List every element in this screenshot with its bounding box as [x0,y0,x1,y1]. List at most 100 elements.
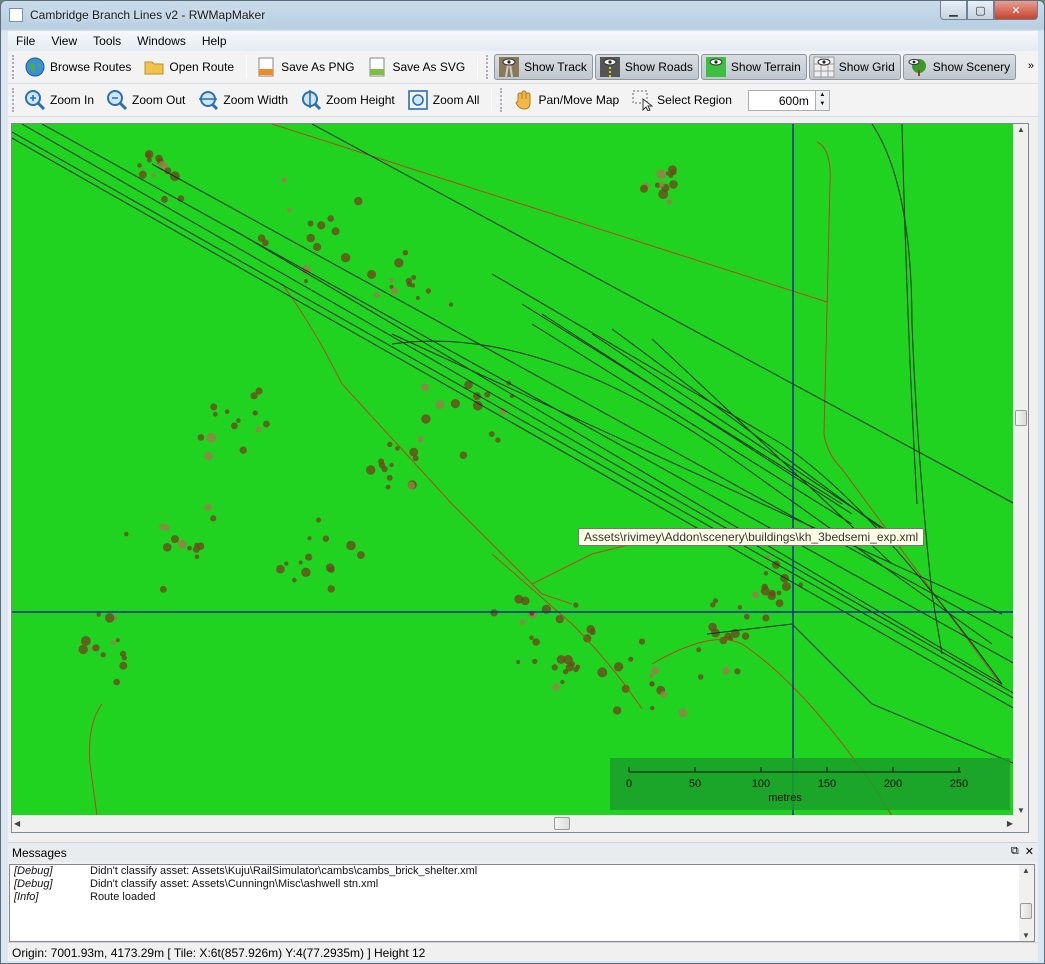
map-canvas[interactable]: 0 50 100 150 200 250 metres Assets\rivimey\Ad… [12,124,1015,816]
track-line [231,228,1003,685]
show-terrain-toggle[interactable]: Show Terrain [700,54,807,80]
tree-marker [105,613,115,623]
tree-marker [650,705,655,711]
save-png-button[interactable]: Save As PNG [251,54,360,80]
open-route-label: Open Route [169,60,235,74]
scroll-up-icon[interactable]: ▲ [1017,125,1025,134]
track-line [541,313,853,515]
route-map[interactable]: 0 50 100 150 200 250 metres [12,124,1015,816]
region-size-input[interactable]: 600m [747,89,816,111]
scroll-thumb-horizontal[interactable] [554,817,570,830]
zoom-out-button[interactable]: Zoom Out [102,87,191,113]
toolbar-grip[interactable] [12,55,16,79]
dock-float-icon[interactable]: ⧉ [1011,845,1019,858]
browse-routes-button[interactable]: Browse Routes [20,54,137,80]
tree-marker [170,535,179,544]
tree-marker [263,420,270,428]
maximize-button[interactable]: ▢ [967,1,994,20]
tree-marker [231,422,238,430]
tree-marker [138,170,147,179]
tree-marker [161,195,168,203]
tree-marker [421,383,429,392]
tree-marker [385,484,391,490]
show-grid-toggle[interactable]: Show Grid [808,54,901,80]
messages-scrollbar[interactable]: ▲ ▼ [1019,865,1034,941]
message-text: Didn't classify asset: Assets\Kuju\RailS… [90,865,478,877]
status-bar: Origin: 7001.93m, 4173.29m [ Tile: X:6t(… [8,942,1038,961]
message-row: [Debug] Didn't classify asset: Assets\Cu… [10,878,1034,891]
tree-marker [519,619,526,625]
minimize-button[interactable]: ▁ [940,1,967,20]
browse-routes-label: Browse Routes [50,60,132,74]
scroll-up-icon[interactable]: ▲ [1022,866,1030,875]
tree-marker [575,664,581,670]
tree-marker [613,706,622,715]
tree-marker [366,465,376,475]
eye-track-icon [498,56,520,78]
toolbar-grip[interactable] [12,88,16,112]
scroll-right-icon[interactable]: ▶ [1007,819,1013,828]
zoom-all-button[interactable]: Zoom All [403,87,486,113]
tree-marker [649,681,655,687]
scroll-down-icon[interactable]: ▼ [1022,931,1030,940]
zoom-height-button[interactable]: Zoom Height [296,87,401,113]
close-button[interactable]: ✕ [994,1,1038,20]
tree-marker [660,691,667,698]
track-line [41,124,1015,665]
toolbar-grip[interactable] [500,88,504,112]
tree-marker [741,632,750,640]
scroll-down-icon[interactable]: ▼ [1017,806,1025,815]
spin-down-icon[interactable]: ▼ [815,100,829,110]
zoom-width-button[interactable]: Zoom Width [193,87,294,113]
tree-marker [298,560,303,565]
menu-help[interactable]: Help [194,34,235,48]
road-line [531,543,633,585]
tree-marker [696,647,702,653]
menu-file[interactable]: File [8,34,43,48]
show-scenery-toggle[interactable]: Show Scenery [902,54,1017,80]
scroll-thumb-vertical[interactable] [1015,410,1027,426]
zoom-height-label: Zoom Height [326,93,395,107]
tree-marker [113,678,120,686]
tree-marker [638,638,646,645]
spin-up-icon[interactable]: ▲ [815,90,829,100]
show-roads-label: Show Roads [624,60,693,74]
map-horizontal-scrollbar[interactable]: ◀ ▶ [12,815,1015,832]
map-vertical-scrollbar[interactable]: ▲ ▼ [1013,124,1028,816]
tree-marker [775,599,784,608]
menu-windows[interactable]: Windows [129,34,194,48]
save-svg-button[interactable]: Save As SVG [362,54,471,80]
show-roads-toggle[interactable]: Show Roads [594,54,699,80]
dock-close-icon[interactable]: ✕ [1025,845,1034,858]
toolbar-overflow-chevron[interactable]: » [1028,60,1034,72]
road-layer [89,124,1003,816]
tree-marker [551,664,558,671]
tree-marker [236,418,241,423]
show-track-toggle[interactable]: Show Track [494,54,593,80]
tree-marker [210,403,218,411]
select-region-button[interactable]: Select Region [627,87,738,113]
zoom-in-button[interactable]: Zoom In [20,87,100,113]
tree-marker [284,561,289,566]
tree-marker [658,189,669,200]
tree-marker [459,451,468,460]
toolbar-separator [477,55,479,79]
messages-list[interactable]: [Debug] Didn't classify asset: Assets\Ku… [9,864,1035,942]
tree-marker [155,154,163,163]
track-line [12,131,1015,700]
track-line [311,124,1015,505]
zoom-in-label: Zoom In [50,93,95,107]
spin-arrows: ▲ ▼ [815,89,830,111]
message-text: Didn't classify asset: Assets\Cunningn\M… [90,878,379,890]
tree-marker [163,543,172,552]
main-toolbar: Browse Routes Open Route Save As PNG Sav… [8,51,1038,84]
scroll-left-icon[interactable]: ◀ [14,819,20,828]
scroll-thumb-vertical[interactable] [1020,903,1032,919]
menu-view[interactable]: View [43,34,85,48]
toolbar-grip[interactable] [486,55,490,79]
open-route-button[interactable]: Open Route [139,54,240,80]
view-toolbar: Zoom In Zoom Out Zoom Width Zoom Height … [8,84,1038,117]
pan-move-button[interactable]: Pan/Move Map [508,87,625,113]
menu-tools[interactable]: Tools [85,34,129,48]
tree-marker [187,545,192,551]
